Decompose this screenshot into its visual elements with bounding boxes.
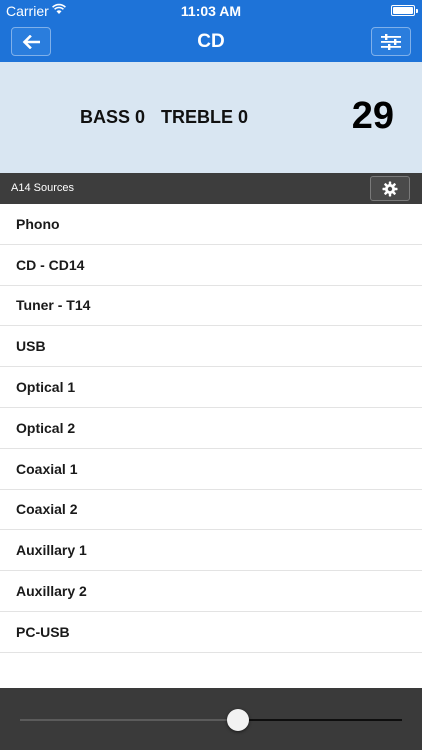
- source-item-label: Optical 1: [16, 379, 76, 396]
- source-item[interactable]: PC-USB: [0, 612, 422, 653]
- sources-header-label: A14 Sources: [11, 182, 74, 194]
- arrow-left-icon: [22, 34, 40, 49]
- status-bar: Carrier 11:03 AM: [0, 0, 422, 21]
- gear-icon: [382, 181, 398, 196]
- back-button[interactable]: [11, 27, 51, 56]
- source-item[interactable]: USB: [0, 326, 422, 368]
- volume-level: 29: [351, 95, 394, 137]
- page-title: CD: [197, 30, 225, 52]
- source-item-label: Phono: [16, 215, 60, 232]
- source-item-label: Auxillary 1: [16, 542, 87, 559]
- status-time: 11:03 AM: [180, 3, 242, 19]
- source-item[interactable]: CD - CD14: [0, 245, 422, 286]
- source-item[interactable]: Auxillary 2: [0, 571, 422, 612]
- source-item-label: Tuner - T14: [16, 297, 91, 314]
- source-item-label: Coaxial 1: [16, 460, 78, 477]
- source-item-label: USB: [16, 338, 46, 355]
- source-item-label: PC-USB: [16, 623, 70, 640]
- tone-settings: BASS 0 TREBLE 0: [80, 107, 248, 128]
- audio-status-panel: BASS 0 TREBLE 0 29: [0, 62, 422, 173]
- source-list: Phono CD - CD14 Tuner - T14 USB Optical 1 Opt…: [0, 204, 422, 688]
- equalizer-settings-button[interactable]: [371, 27, 411, 56]
- source-item[interactable]: Coaxial 1: [0, 449, 422, 490]
- source-item[interactable]: Optical 1: [0, 367, 422, 408]
- navigation-bar: CD: [0, 21, 422, 62]
- source-item[interactable]: Optical 2: [0, 408, 422, 449]
- equalizer-icon: [381, 33, 401, 50]
- source-item-label: Coaxial 2: [16, 501, 78, 518]
- source-item-label: CD - CD14: [16, 256, 85, 273]
- battery-icon: [391, 5, 418, 16]
- source-item-label: Optical 2: [16, 419, 76, 436]
- source-item[interactable]: Phono: [0, 204, 422, 245]
- volume-slider-bar: [0, 688, 422, 750]
- volume-slider-fill: [20, 719, 238, 721]
- source-settings-button[interactable]: [370, 176, 410, 201]
- source-item[interactable]: Coaxial 2: [0, 490, 422, 531]
- volume-slider-remaining: [237, 719, 402, 721]
- bass-value: BASS 0: [80, 107, 146, 127]
- volume-slider-thumb[interactable]: [226, 709, 249, 731]
- volume-slider-track[interactable]: [20, 719, 402, 721]
- sources-header: A14 Sources: [0, 173, 422, 204]
- treble-value: TREBLE 0: [161, 107, 249, 127]
- source-item-label: Auxillary 2: [16, 583, 87, 600]
- source-item[interactable]: Tuner - T14: [0, 286, 422, 327]
- source-item[interactable]: Auxillary 1: [0, 530, 422, 572]
